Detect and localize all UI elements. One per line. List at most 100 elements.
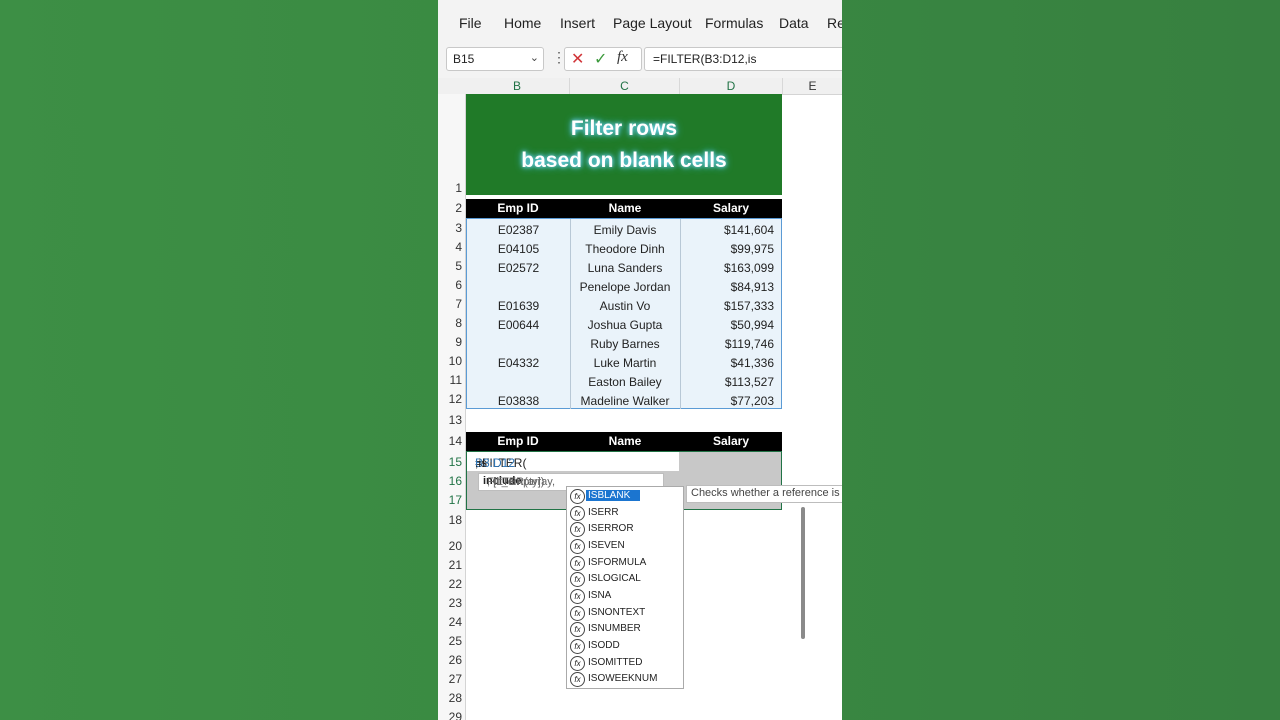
tab-review[interactable]: Re — [827, 15, 842, 31]
row-header[interactable]: 17 — [438, 493, 462, 507]
row-header[interactable]: 8 — [438, 316, 462, 330]
cell-name[interactable]: Luke Martin — [570, 356, 680, 370]
row-header[interactable]: 9 — [438, 335, 462, 349]
cell-salary[interactable]: $50,994 — [680, 318, 774, 332]
cell-name[interactable]: Luna Sanders — [570, 261, 680, 275]
result-header-name[interactable]: Name — [570, 434, 680, 448]
tab-home[interactable]: Home — [504, 15, 541, 31]
autocomplete-item[interactable]: fx ISOWEEKNUM — [567, 671, 667, 687]
cell-name[interactable]: Austin Vo — [570, 299, 680, 313]
header-name[interactable]: Name — [570, 201, 680, 215]
row-header[interactable]: 4 — [438, 240, 462, 254]
name-box[interactable]: B15 ⌄ — [446, 47, 544, 71]
table-row[interactable]: E00644 Joshua Gupta $50,994 — [467, 318, 781, 337]
cell-name[interactable]: Penelope Jordan — [570, 280, 680, 294]
autocomplete-item[interactable]: fx ISNA — [567, 588, 667, 604]
tab-data[interactable]: Data — [779, 15, 809, 31]
cell-emp-id[interactable]: E01639 — [467, 299, 570, 313]
table-row[interactable]: Ruby Barnes $119,746 — [467, 337, 781, 356]
cell-emp-id[interactable]: E03838 — [467, 394, 570, 408]
tab-file[interactable]: File — [459, 15, 482, 31]
cell-salary[interactable]: $141,604 — [680, 223, 774, 237]
result-header-emp-id[interactable]: Emp ID — [466, 434, 570, 448]
cell-salary[interactable]: $84,913 — [680, 280, 774, 294]
cancel-icon[interactable]: ✕ — [571, 49, 584, 69]
cell-salary[interactable]: $113,527 — [680, 375, 774, 389]
cell-salary[interactable]: $163,099 — [680, 261, 774, 275]
tab-insert[interactable]: Insert — [560, 15, 595, 31]
row-header[interactable]: 5 — [438, 259, 462, 273]
autocomplete-item[interactable]: fx ISLOGICAL — [567, 571, 667, 587]
cell-name[interactable]: Joshua Gupta — [570, 318, 680, 332]
chevron-down-icon[interactable]: ⌄ — [530, 51, 539, 64]
header-salary[interactable]: Salary — [680, 201, 782, 215]
tab-page-layout[interactable]: Page Layout — [613, 15, 692, 31]
cell-salary[interactable]: $99,975 — [680, 242, 774, 256]
row-header[interactable]: 20 — [438, 539, 462, 553]
row-header[interactable]: 11 — [438, 373, 462, 387]
autocomplete-item[interactable]: fx ISFORMULA — [567, 555, 667, 571]
cell-name[interactable]: Ruby Barnes — [570, 337, 680, 351]
cell-salary[interactable]: $77,203 — [680, 394, 774, 408]
row-header[interactable]: 13 — [438, 413, 462, 427]
data-table[interactable]: E02387 Emily Davis $141,604 E04105 Theod… — [466, 218, 782, 409]
header-emp-id[interactable]: Emp ID — [466, 201, 570, 215]
column-header-c[interactable]: C — [570, 78, 680, 94]
autocomplete-item[interactable]: fx ISNUMBER — [567, 621, 667, 637]
table-row[interactable]: Penelope Jordan $84,913 — [467, 280, 781, 299]
cell-emp-id[interactable]: E02572 — [467, 261, 570, 275]
table-row[interactable]: E01639 Austin Vo $157,333 — [467, 299, 781, 318]
row-header[interactable]: 21 — [438, 558, 462, 572]
cell-salary[interactable]: $119,746 — [680, 337, 774, 351]
autocomplete-item[interactable]: fx ISEVEN — [567, 538, 667, 554]
table-row[interactable]: E02387 Emily Davis $141,604 — [467, 223, 781, 242]
cell-name[interactable]: Emily Davis — [570, 223, 680, 237]
cell-emp-id[interactable]: E00644 — [467, 318, 570, 332]
row-header[interactable]: 27 — [438, 672, 462, 686]
row-header[interactable]: 23 — [438, 596, 462, 610]
insert-function-icon[interactable]: fx — [617, 49, 628, 66]
cell-emp-id[interactable]: E02387 — [467, 223, 570, 237]
cell-name[interactable]: Easton Bailey — [570, 375, 680, 389]
table-row[interactable]: E03838 Madeline Walker $77,203 — [467, 394, 781, 413]
row-header[interactable]: 16 — [438, 474, 462, 488]
row-header[interactable]: 7 — [438, 297, 462, 311]
row-header[interactable]: 15 — [438, 455, 462, 469]
table-row[interactable]: E04332 Luke Martin $41,336 — [467, 356, 781, 375]
autocomplete-item[interactable]: fx ISBLANK — [567, 488, 667, 504]
row-header[interactable]: 6 — [438, 278, 462, 292]
autocomplete-item[interactable]: fx ISERR — [567, 505, 667, 521]
autocomplete-item[interactable]: fx ISNONTEXT — [567, 605, 667, 621]
cell-name[interactable]: Theodore Dinh — [570, 242, 680, 256]
result-header-salary[interactable]: Salary — [680, 434, 782, 448]
row-header[interactable]: 10 — [438, 354, 462, 368]
column-header-d[interactable]: D — [680, 78, 783, 94]
table-row[interactable]: Easton Bailey $113,527 — [467, 375, 781, 394]
formula-input[interactable]: =FILTER(B3:D12,is — [644, 47, 842, 71]
row-header[interactable]: 14 — [438, 434, 462, 448]
row-header[interactable]: 29 — [438, 710, 462, 720]
table-row[interactable]: E04105 Theodore Dinh $99,975 — [467, 242, 781, 261]
cell-salary[interactable]: $157,333 — [680, 299, 774, 313]
cell-salary[interactable]: $41,336 — [680, 356, 774, 370]
row-header[interactable]: 1 — [438, 181, 462, 195]
column-header-e[interactable]: E — [783, 78, 842, 94]
row-header[interactable]: 3 — [438, 221, 462, 235]
row-header[interactable]: 24 — [438, 615, 462, 629]
enter-icon[interactable]: ✓ — [594, 49, 607, 69]
row-header[interactable]: 22 — [438, 577, 462, 591]
autocomplete-item[interactable]: fx ISOMITTED — [567, 655, 667, 671]
autocomplete-item[interactable]: fx ISODD — [567, 638, 667, 654]
in-cell-editor[interactable]: =FILTER(B3:D12 ,is — [467, 452, 679, 471]
row-header[interactable]: 28 — [438, 691, 462, 705]
autocomplete-scrollbar[interactable] — [801, 507, 805, 639]
cell-name[interactable]: Madeline Walker — [570, 394, 680, 408]
row-header[interactable]: 2 — [438, 201, 462, 215]
column-header-b[interactable]: B — [465, 78, 570, 94]
row-header[interactable]: 26 — [438, 653, 462, 667]
row-header[interactable]: 12 — [438, 392, 462, 406]
row-header[interactable]: 18 — [438, 513, 462, 527]
autocomplete-item[interactable]: fx ISERROR — [567, 521, 667, 537]
table-row[interactable]: E02572 Luna Sanders $163,099 — [467, 261, 781, 280]
tab-formulas[interactable]: Formulas — [705, 15, 763, 31]
